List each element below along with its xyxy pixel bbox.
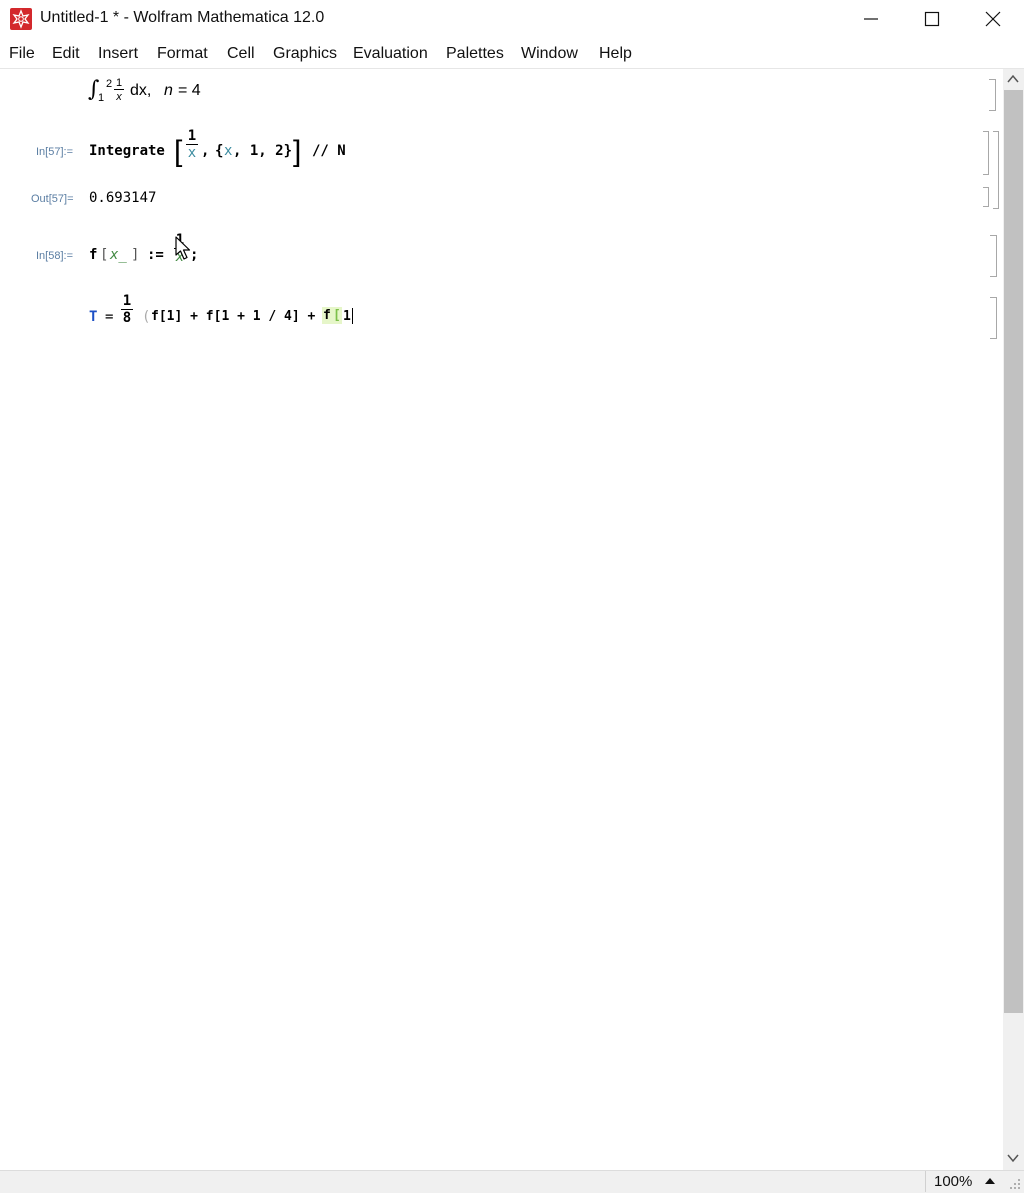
- set-delayed-operator: :=: [147, 247, 164, 263]
- notebook-area[interactable]: ∫ 1 2 1 x dx, n = 4 In[57]:= Integrate […: [0, 69, 1003, 1170]
- menu-graphics[interactable]: Graphics: [273, 45, 337, 63]
- menu-help[interactable]: Help: [599, 45, 632, 63]
- maximize-button[interactable]: [901, 0, 963, 38]
- minimize-button[interactable]: [840, 0, 902, 38]
- title-bar: Untitled-1 * - Wolfram Mathematica 12.0: [0, 0, 1024, 38]
- fraction-numerator: 1: [187, 128, 197, 144]
- menu-evaluation[interactable]: Evaluation: [353, 45, 428, 63]
- cell-bracket[interactable]: [983, 131, 989, 175]
- pattern-argument: x_: [110, 247, 127, 263]
- close-bracket: ]: [293, 135, 302, 168]
- menu-cell[interactable]: Cell: [227, 45, 255, 63]
- input-label: In[58]:=: [36, 250, 74, 262]
- open-bracket: [: [174, 135, 183, 168]
- zoom-menu-icon[interactable]: [984, 1177, 996, 1185]
- integral-dx: dx,: [130, 82, 152, 99]
- argument-separator: ,: [201, 143, 210, 159]
- resize-grip-icon[interactable]: [1009, 1178, 1021, 1190]
- scrollbar-thumb[interactable]: [1004, 90, 1023, 1013]
- equals-sign: =: [105, 309, 114, 325]
- n-variable: n: [164, 82, 173, 99]
- cell-group-bracket[interactable]: [993, 131, 999, 209]
- status-divider: [925, 1171, 926, 1192]
- postfix-n: // N: [312, 143, 346, 159]
- open-paren: (: [142, 309, 151, 325]
- open-bracket-highlighted: [: [332, 307, 342, 324]
- menu-palettes[interactable]: Palettes: [446, 45, 504, 63]
- fraction-denominator: x: [187, 145, 197, 161]
- function-symbol-highlighted: f: [322, 307, 332, 324]
- integrand-fraction: 1 x: [114, 77, 124, 103]
- status-bar: [0, 1170, 1024, 1193]
- output-value[interactable]: 0.693147: [89, 190, 156, 206]
- maximize-icon: [924, 11, 940, 27]
- cell-bracket[interactable]: [983, 187, 989, 207]
- mouse-pointer-icon: [175, 236, 191, 260]
- input-label: In[57]:=: [36, 146, 74, 158]
- list-open-brace: {: [215, 143, 224, 159]
- menu-format[interactable]: Format: [157, 45, 208, 63]
- text-cursor: [352, 308, 353, 324]
- function-symbol: f: [89, 247, 98, 263]
- fraction-denominator: x: [116, 91, 122, 103]
- menu-insert[interactable]: Insert: [98, 45, 138, 63]
- function-name: Integrate: [89, 143, 165, 159]
- menu-file[interactable]: File: [9, 45, 35, 63]
- integral-lower-bound: 1: [98, 92, 105, 104]
- fraction-numerator: 1: [115, 77, 123, 89]
- cell-bracket[interactable]: [989, 79, 996, 111]
- mathematica-spikey-icon: [10, 8, 32, 30]
- coefficient-fraction: 1 8: [121, 293, 133, 326]
- close-bracket: ]: [131, 247, 140, 263]
- scroll-down-icon[interactable]: [1007, 1153, 1019, 1163]
- menu-window[interactable]: Window: [521, 45, 578, 63]
- integration-limits: , 1, 2}: [233, 143, 293, 159]
- cell-bracket[interactable]: [990, 297, 997, 339]
- integrand-fraction: 1 x: [186, 128, 198, 161]
- scroll-up-icon[interactable]: [1007, 74, 1019, 84]
- cell-bracket[interactable]: [990, 235, 997, 277]
- close-button[interactable]: [962, 0, 1024, 38]
- fraction-denominator: 8: [122, 310, 132, 326]
- menu-edit[interactable]: Edit: [52, 45, 80, 63]
- variable-t: T: [89, 309, 98, 325]
- current-argument: 1: [343, 309, 351, 324]
- output-label: Out[57]=: [31, 193, 74, 205]
- open-bracket: [: [100, 247, 109, 263]
- menu-bar: File Edit Insert Format Cell Graphics Ev…: [0, 38, 1024, 69]
- n-value: = 4: [178, 82, 201, 99]
- minimize-icon: [864, 18, 878, 20]
- zoom-level[interactable]: 100%: [934, 1173, 972, 1190]
- window-title: Untitled-1 * - Wolfram Mathematica 12.0: [40, 9, 325, 26]
- fraction-numerator: 1: [122, 293, 132, 309]
- close-icon: [985, 11, 1001, 27]
- sum-terms: f[1] + f[1 + 1 / 4] +: [151, 309, 316, 324]
- integration-variable: x: [224, 143, 233, 159]
- integral-upper-bound: 2: [106, 78, 113, 90]
